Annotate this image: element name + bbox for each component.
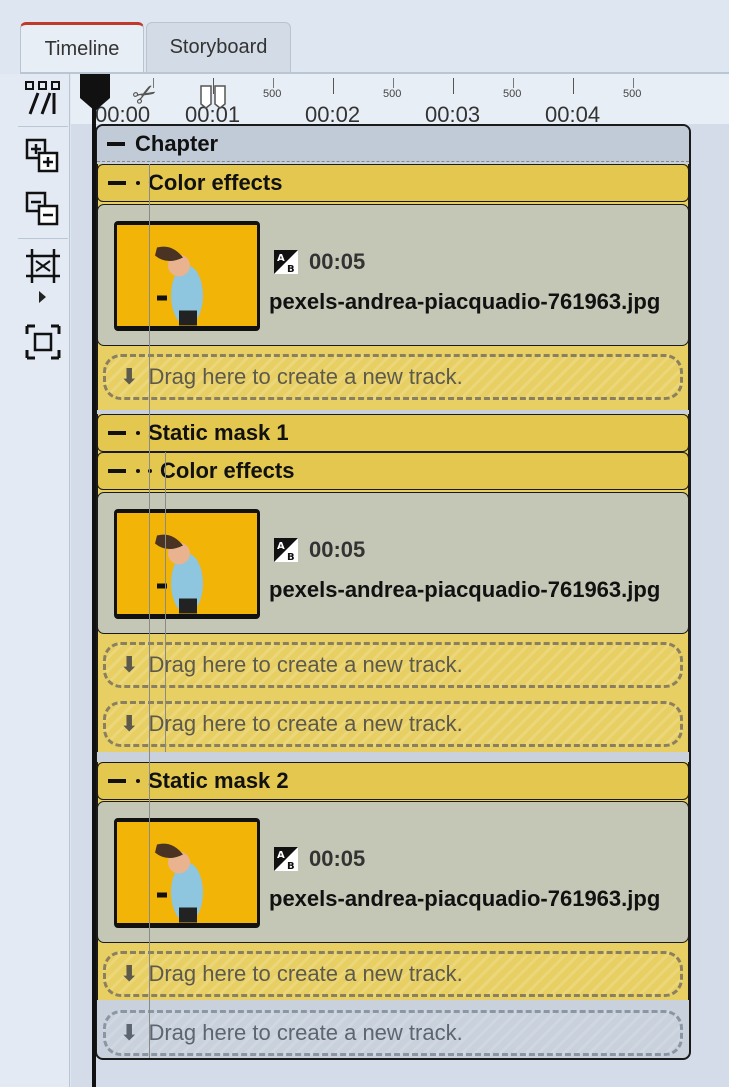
clip-thumbnail xyxy=(114,509,260,619)
playhead-line[interactable] xyxy=(92,104,96,1087)
drop-zone[interactable]: ⬇ Drag here to create a new track. xyxy=(103,354,683,400)
drop-text: Drag here to create a new track. xyxy=(148,711,463,736)
ruler-sublabel: 500 xyxy=(623,88,642,100)
transition-icon: AB xyxy=(274,250,298,275)
down-arrow-icon: ⬇ xyxy=(120,364,139,389)
timeline-toolbar xyxy=(0,74,70,1087)
mask-title: Static mask 1 xyxy=(148,420,289,445)
clip-thumbnail xyxy=(114,221,260,331)
zoom-fit-icon[interactable] xyxy=(23,322,63,362)
align-tracks-icon[interactable] xyxy=(23,78,63,118)
split-marker-icon[interactable] xyxy=(198,84,228,110)
svg-text:A: A xyxy=(277,850,285,861)
time-guide-line xyxy=(165,452,166,752)
expand-arrow-icon[interactable] xyxy=(39,291,46,303)
tab-bar: Timeline Storyboard xyxy=(20,22,293,74)
time-guide-line xyxy=(149,164,150,1058)
collapse-icon[interactable] xyxy=(108,779,126,783)
svg-text:B: B xyxy=(287,264,295,275)
image-clip[interactable]: AB 00:05 pexels-andrea-piacquadio-761963… xyxy=(97,801,689,943)
effect-header[interactable]: Color effects xyxy=(97,164,689,202)
timeline-empty-area[interactable] xyxy=(693,124,729,1087)
chapter-title: Chapter xyxy=(135,130,219,156)
transition-icon: AB xyxy=(274,538,298,563)
collapse-icon[interactable] xyxy=(108,431,126,435)
chapter-header[interactable]: Chapter xyxy=(97,126,689,162)
ruler-sublabel: 500 xyxy=(263,88,282,100)
mask-header[interactable]: Static mask 1 xyxy=(97,414,689,452)
collapse-icon[interactable] xyxy=(107,141,125,146)
drop-text: Drag here to create a new track. xyxy=(148,652,463,677)
clip-duration: 00:05 xyxy=(309,537,366,562)
drop-zone[interactable]: ⬇ Drag here to create a new track. xyxy=(103,951,683,997)
clip-duration: 00:05 xyxy=(309,846,366,871)
timeline-panel[interactable]: 500 500 500 500 00:00 00:01 00:02 00:03 … xyxy=(71,74,729,1087)
down-arrow-icon: ⬇ xyxy=(120,1020,139,1045)
clip-thumbnail xyxy=(114,818,260,928)
svg-text:A: A xyxy=(277,541,285,552)
clip-duration: 00:05 xyxy=(309,249,366,274)
svg-text:A: A xyxy=(277,253,285,264)
drop-text: Drag here to create a new track. xyxy=(148,961,463,986)
drop-zone[interactable]: ⬇ Drag here to create a new track. xyxy=(103,1010,683,1056)
transition-icon: AB xyxy=(274,847,298,872)
image-clip[interactable]: AB 00:05 pexels-andrea-piacquadio-761963… xyxy=(97,204,689,346)
clip-filename: pexels-andrea-piacquadio-761963.jpg xyxy=(269,886,661,911)
mask-header[interactable]: Static mask 2 xyxy=(97,762,689,800)
image-clip[interactable]: AB 00:05 pexels-andrea-piacquadio-761963… xyxy=(97,492,689,634)
ruler-sublabel: 500 xyxy=(503,88,522,100)
down-arrow-icon: ⬇ xyxy=(120,711,139,736)
down-arrow-icon: ⬇ xyxy=(120,961,139,986)
down-arrow-icon: ⬇ xyxy=(120,652,139,677)
ruler-sublabel: 500 xyxy=(383,88,402,100)
tab-timeline[interactable]: Timeline xyxy=(20,22,144,74)
chapter-track[interactable]: Chapter Color effects AB 00:05 pexels-an… xyxy=(95,124,691,1060)
mask-title: Static mask 2 xyxy=(148,768,289,793)
effect-header[interactable]: Color effects xyxy=(97,452,689,490)
effect-title: Color effects xyxy=(160,458,295,483)
drop-zone[interactable]: ⬇ Drag here to create a new track. xyxy=(103,642,683,688)
drop-zone[interactable]: ⬇ Drag here to create a new track. xyxy=(103,701,683,747)
svg-text:B: B xyxy=(287,552,295,563)
effect-title: Color effects xyxy=(148,170,283,195)
drop-text: Drag here to create a new track. xyxy=(148,1020,463,1045)
collapse-icon[interactable] xyxy=(108,181,126,185)
drop-text: Drag here to create a new track. xyxy=(148,364,463,389)
collapse-icon[interactable] xyxy=(108,469,126,473)
clip-filename: pexels-andrea-piacquadio-761963.jpg xyxy=(269,577,661,602)
time-ruler[interactable]: 500 500 500 500 00:00 00:01 00:02 00:03 … xyxy=(71,74,729,127)
svg-text:B: B xyxy=(287,861,295,872)
remove-track-icon[interactable] xyxy=(23,189,63,229)
fit-timeline-icon[interactable] xyxy=(23,246,63,286)
add-track-icon[interactable] xyxy=(23,136,63,176)
clip-filename: pexels-andrea-piacquadio-761963.jpg xyxy=(269,289,661,314)
tab-storyboard[interactable]: Storyboard xyxy=(146,22,291,72)
